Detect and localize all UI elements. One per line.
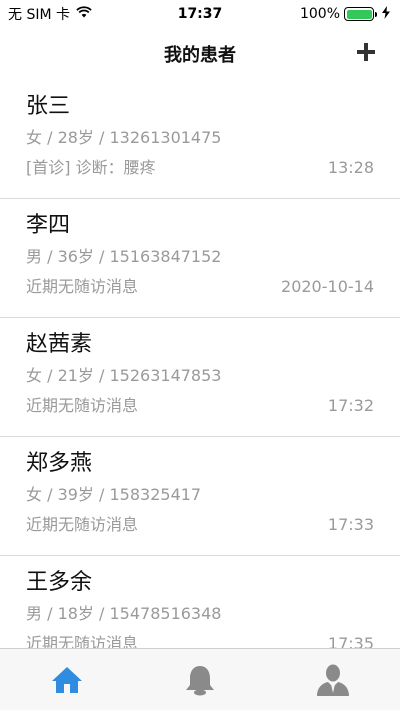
status-bar: 无 SIM 卡 17:37 100% (0, 0, 400, 28)
patient-message: 近期无随访消息 (26, 634, 139, 648)
wifi-icon (76, 6, 92, 22)
patient-message: 近期无随访消息 (26, 515, 139, 534)
status-left: 无 SIM 卡 (8, 4, 92, 24)
bell-icon (185, 665, 214, 695)
patient-info: 女 / 21岁 / 15263147853 (26, 366, 222, 385)
tab-notifications[interactable] (160, 655, 240, 705)
patient-row[interactable]: 赵茜素 女 / 21岁 / 15263147853 近期无随访消息 17:32 (0, 318, 400, 437)
patient-name: 张三 (26, 94, 71, 119)
user-icon (317, 664, 350, 696)
patient-row[interactable]: 李四 男 / 36岁 / 15163847152 近期无随访消息 2020-10… (0, 199, 400, 318)
nav-bar: 我的患者 (0, 28, 400, 80)
patient-info: 女 / 39岁 / 158325417 (26, 485, 202, 504)
battery-fill (346, 9, 372, 19)
patient-time: 17:35 (327, 634, 374, 648)
page-title: 我的患者 (164, 45, 236, 66)
patient-message-row: 近期无随访消息 2020-10-14 (26, 276, 374, 298)
patient-name: 赵茜素 (26, 332, 93, 357)
patient-info: 女 / 28岁 / 13261301475 (26, 128, 222, 147)
patient-time: 2020-10-14 (281, 277, 374, 296)
patient-list[interactable]: 张三 女 / 28岁 / 13261301475 [首诊] 诊断：腰疼 13:2… (0, 80, 400, 648)
patient-message-row: 近期无随访消息 17:33 (26, 514, 374, 536)
status-right: 100% (299, 5, 390, 23)
patient-message-row: [首诊] 诊断：腰疼 13:28 (26, 157, 374, 179)
home-icon (51, 666, 82, 693)
bolt-icon (382, 5, 390, 23)
patient-message-row: 近期无随访消息 17:35 (26, 633, 374, 648)
patient-row[interactable]: 王多余 男 / 18岁 / 15478516348 近期无随访消息 17:35 (0, 556, 400, 648)
patient-time: 17:32 (327, 396, 374, 415)
patient-row[interactable]: 张三 女 / 28岁 / 13261301475 [首诊] 诊断：腰疼 13:2… (0, 80, 400, 199)
patient-name: 李四 (26, 213, 71, 238)
patient-row[interactable]: 郑多燕 女 / 39岁 / 158325417 近期无随访消息 17:33 (0, 437, 400, 556)
battery-percent: 100% (299, 6, 340, 22)
patient-time: 13:28 (327, 158, 374, 177)
add-patient-button[interactable] (354, 40, 378, 64)
battery-icon (344, 7, 377, 21)
tab-profile[interactable] (293, 655, 373, 705)
tab-home[interactable] (27, 655, 107, 705)
patient-time: 17:33 (327, 515, 374, 534)
screen: 无 SIM 卡 17:37 100% 我的患者 张三 女 / 28岁 / 132… (0, 0, 400, 710)
patient-message: 近期无随访消息 (26, 277, 139, 296)
patient-message-row: 近期无随访消息 17:32 (26, 395, 374, 417)
patient-info: 男 / 18岁 / 15478516348 (26, 604, 222, 623)
patient-name: 王多余 (26, 570, 93, 595)
patient-message: 近期无随访消息 (26, 396, 139, 415)
patient-message: [首诊] 诊断：腰疼 (26, 158, 156, 177)
patient-name: 郑多燕 (26, 451, 93, 476)
carrier-label: 无 SIM 卡 (8, 7, 70, 23)
plus-icon (357, 43, 375, 61)
tab-bar (0, 648, 400, 710)
patient-info: 男 / 36岁 / 15163847152 (26, 247, 222, 266)
